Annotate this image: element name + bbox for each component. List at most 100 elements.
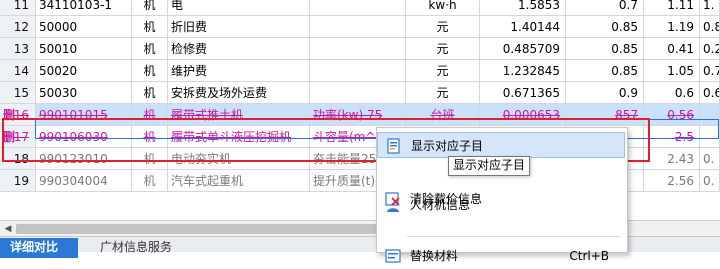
cell-name[interactable]: 检修费 <box>168 38 310 60</box>
cell-v2[interactable]: 857 <box>566 104 644 126</box>
cell-type[interactable]: 机 <box>132 38 168 60</box>
cell-code[interactable]: 990106030 <box>36 126 132 148</box>
row-index: 16 <box>13 108 29 122</box>
cell-spec[interactable] <box>310 0 406 16</box>
menu-item-show-sub[interactable]: 显示对应子目 <box>377 132 625 158</box>
cell-code[interactable]: 990101015 <box>36 104 132 126</box>
cell-spec[interactable]: 功率(kw) 75 <box>310 104 406 126</box>
cell-name[interactable]: 折旧费 <box>168 16 310 38</box>
row-header[interactable]: 删 16 <box>0 104 36 126</box>
cell-v4[interactable]: 1. <box>700 0 720 16</box>
cell-unit[interactable]: 元 <box>406 38 480 60</box>
table-row[interactable]: 11 34110103-1 机电 kw·h 1.5853 0.7 1.11 1. <box>0 0 720 16</box>
cell-v3[interactable]: 2.43 <box>644 148 700 170</box>
cell-v3[interactable]: 1.19 <box>644 16 700 38</box>
cell-v4[interactable]: 0.266 <box>700 38 720 60</box>
cell-type[interactable]: 机 <box>132 148 168 170</box>
cell-spec[interactable] <box>310 38 406 60</box>
cell-v3[interactable]: 0.56 <box>644 104 700 126</box>
cell-v2[interactable]: 0.9 <box>566 82 644 104</box>
cell-v3[interactable]: 0.6 <box>644 82 700 104</box>
cell-v2[interactable]: 0.85 <box>566 60 644 82</box>
cell-unit[interactable]: 元 <box>406 60 480 82</box>
cell-code[interactable]: 50000 <box>36 16 132 38</box>
row-header[interactable]: 14 <box>0 60 36 82</box>
row-header[interactable]: 删 17 <box>0 126 36 148</box>
cell-name[interactable]: 维护费 <box>168 60 310 82</box>
cell-name[interactable]: 安拆费及场外运费 <box>168 82 310 104</box>
row-index: 15 <box>13 86 29 100</box>
menu-label-replace: 替换材料 <box>410 249 459 263</box>
cell-unit[interactable]: kw·h <box>406 0 480 16</box>
cell-code[interactable]: 50010 <box>36 38 132 60</box>
cell-type[interactable]: 机 <box>132 126 168 148</box>
cell-v3[interactable]: 2.5 <box>644 126 700 148</box>
row-index: 17 <box>13 130 29 144</box>
tooltip: 显示对应子目 <box>448 156 531 176</box>
table-row[interactable]: 12 50000机折旧费 元1.401440.851.190.807 <box>0 16 720 38</box>
cell-code[interactable]: 990123010 <box>36 148 132 170</box>
cell-v4[interactable]: 0. <box>700 170 720 192</box>
row-header[interactable]: 11 <box>0 0 36 16</box>
cell-v1[interactable]: 0.671365 <box>480 82 566 104</box>
cell-type[interactable]: 机 <box>132 82 168 104</box>
cell-unit[interactable]: 台班 <box>406 104 480 126</box>
cell-v1[interactable]: 1.232845 <box>480 60 566 82</box>
cell-v1[interactable]: 0.485709 <box>480 38 566 60</box>
cell-v2[interactable]: 0.85 <box>566 38 644 60</box>
menu-item-replace-material[interactable]: 替换材料 Ctrl+B <box>377 243 625 269</box>
cell-v4[interactable] <box>700 104 720 126</box>
context-menu: 显示对应子目 人材机信息 清除载价信息 替换材料 Ctrl+B <box>376 127 628 263</box>
cell-v1[interactable]: 0.000653 <box>480 104 566 126</box>
row-header[interactable]: 13 <box>0 38 36 60</box>
clear-icon <box>385 192 400 206</box>
cell-v3[interactable]: 1.11 <box>644 0 700 16</box>
cell-type[interactable]: 机 <box>132 0 168 16</box>
cell-v4[interactable]: 0.757 <box>700 60 720 82</box>
cell-v4[interactable] <box>700 126 720 148</box>
tab-detailed-compare[interactable]: 详细对比 <box>0 238 78 258</box>
row-index: 19 <box>13 174 29 188</box>
row-index: 11 <box>13 0 29 12</box>
cell-code[interactable]: 50020 <box>36 60 132 82</box>
row-header[interactable]: 18 <box>0 148 36 170</box>
cell-v4[interactable]: 0.807 <box>700 16 720 38</box>
cell-v3[interactable]: 1.05 <box>644 60 700 82</box>
table-row[interactable]: 15 50030机安拆费及场外运费 元0.6713650.90.60.671 <box>0 82 720 104</box>
cell-v2[interactable]: 0.7 <box>566 0 644 16</box>
cell-code[interactable]: 990304004 <box>36 170 132 192</box>
cell-v1[interactable]: 1.40144 <box>480 16 566 38</box>
table-row[interactable]: 删 16 990101015 机履带式推土机 功率(kw) 75 台班 0.000653 85… <box>0 104 720 126</box>
row-index: 14 <box>13 64 29 78</box>
cell-unit[interactable]: 元 <box>406 82 480 104</box>
row-header[interactable]: 19 <box>0 170 36 192</box>
cell-v2[interactable]: 0.85 <box>566 16 644 38</box>
cell-type[interactable]: 机 <box>132 104 168 126</box>
row-header[interactable]: 15 <box>0 82 36 104</box>
tab-material-info-service[interactable]: 广材信息服务 <box>90 238 200 258</box>
cell-name[interactable]: 电 <box>168 0 310 16</box>
row-header[interactable]: 12 <box>0 16 36 38</box>
cell-type[interactable]: 机 <box>132 16 168 38</box>
cell-type[interactable]: 机 <box>132 60 168 82</box>
cell-spec[interactable] <box>310 16 406 38</box>
cell-name[interactable]: 履带式单斗液压挖掘机 <box>168 126 310 148</box>
cell-spec[interactable] <box>310 82 406 104</box>
cell-name[interactable]: 履带式推土机 <box>168 104 310 126</box>
cell-spec[interactable] <box>310 60 406 82</box>
cell-v4[interactable]: 0. <box>700 148 720 170</box>
cell-code[interactable]: 34110103-1 <box>36 0 132 16</box>
table-row[interactable]: 13 50010机检修费 元0.4857090.850.410.266 <box>0 38 720 60</box>
cell-code[interactable]: 50030 <box>36 82 132 104</box>
cell-name[interactable]: 汽车式起重机 <box>168 170 310 192</box>
menu-item-clear-price[interactable]: 清除载价信息 <box>377 186 625 212</box>
table-row[interactable]: 14 50020机维护费 元1.2328450.851.050.757 <box>0 60 720 82</box>
cell-unit[interactable]: 元 <box>406 16 480 38</box>
cell-v3[interactable]: 0.41 <box>644 38 700 60</box>
cell-type[interactable]: 机 <box>132 170 168 192</box>
cell-v3[interactable]: 2.56 <box>644 170 700 192</box>
cell-v4[interactable]: 0.671 <box>700 82 720 104</box>
scroll-left-icon[interactable]: ◀ <box>0 221 16 237</box>
cell-name[interactable]: 电动夯实机 <box>168 148 310 170</box>
cell-v1[interactable]: 1.5853 <box>480 0 566 16</box>
